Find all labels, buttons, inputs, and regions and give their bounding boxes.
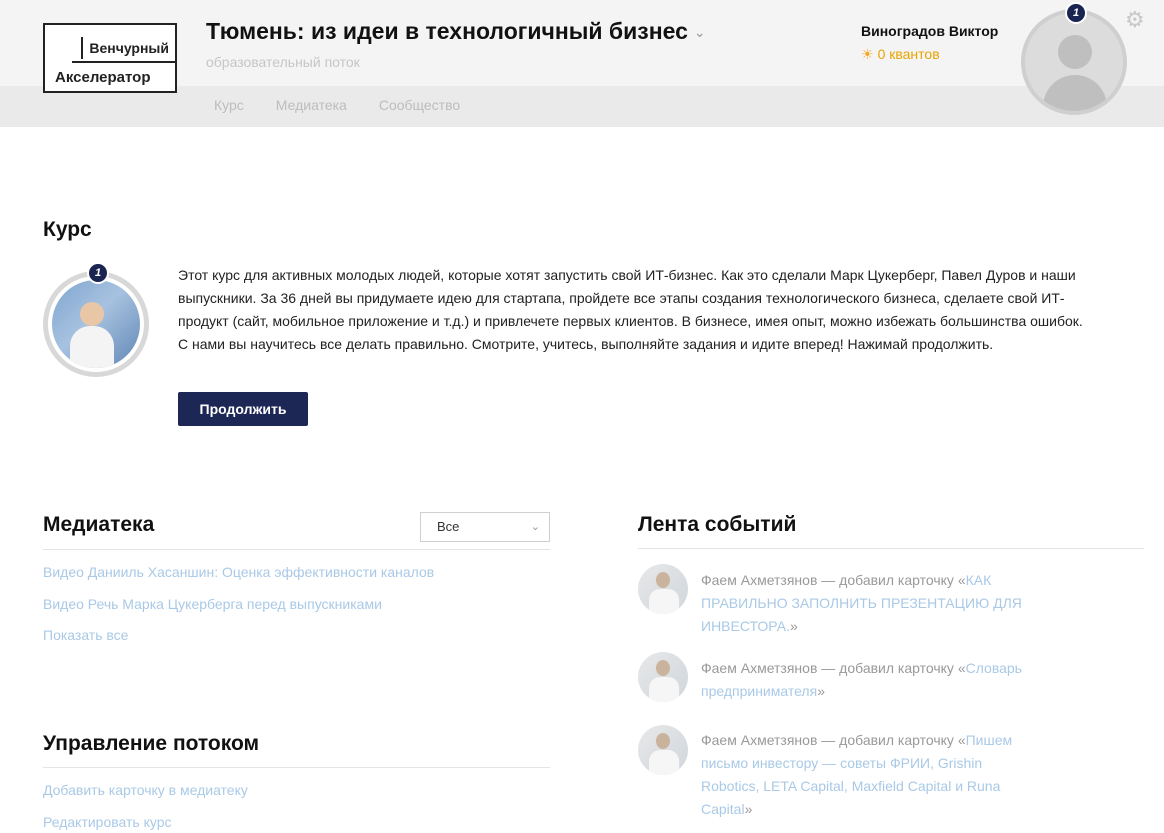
feed-quote-close: »	[789, 618, 798, 634]
feed-action: — добавил карточку «	[817, 732, 966, 748]
stream-subtitle: образовательный поток	[206, 54, 360, 70]
logo-divider	[72, 61, 175, 63]
user-name[interactable]: Виноградов Виктор	[861, 23, 998, 39]
course-heading: Курс	[43, 218, 92, 241]
course-photo-head	[80, 302, 104, 326]
manage-divider	[43, 767, 550, 768]
feed-divider	[638, 548, 1144, 549]
feed-avatar-body	[648, 676, 680, 702]
nav-course[interactable]: Курс	[214, 97, 244, 113]
course-avatar	[43, 271, 149, 377]
feed-author[interactable]: Фаем Ахметзянов	[701, 732, 817, 748]
media-heading: Медиатека	[43, 513, 155, 536]
nav-community[interactable]: Сообщество	[379, 97, 460, 113]
feed-action: — добавил карточку «	[817, 660, 966, 676]
feed-avatar-body	[648, 588, 680, 614]
feed-heading: Лента событий	[638, 513, 797, 536]
user-level-badge: 1	[1065, 2, 1087, 24]
continue-button[interactable]: Продолжить	[178, 392, 308, 426]
feed-quote-close: »	[817, 683, 825, 699]
manage-heading: Управление потоком	[43, 732, 260, 755]
course-photo-body	[70, 326, 114, 368]
chevron-down-icon: ⌄	[530, 521, 540, 533]
feed-avatar[interactable]	[638, 725, 688, 775]
quanta-counter[interactable]: ☀ 0 квантов	[861, 46, 940, 63]
logo-line1: Венчурный	[81, 37, 169, 59]
feed-avatar[interactable]	[638, 652, 688, 702]
feed-quote-close: »	[744, 801, 753, 817]
feed-avatar[interactable]	[638, 564, 688, 614]
logo[interactable]: Венчурный Акселератор	[43, 23, 177, 93]
media-divider	[43, 549, 550, 550]
stream-title[interactable]: Тюмень: из идеи в технологичный бизнес ⌄	[206, 18, 706, 45]
gear-icon[interactable]: ⚙	[1125, 7, 1145, 33]
media-filter-value: Все	[437, 519, 460, 534]
media-filter-select[interactable]: Все ⌄	[420, 512, 550, 542]
show-all-link[interactable]: Показать все	[43, 627, 128, 643]
avatar-head	[1058, 35, 1092, 69]
feed-avatar-head	[656, 660, 670, 676]
feed-avatar-head	[656, 733, 670, 749]
feed-author[interactable]: Фаем Ахметзянов	[701, 572, 817, 588]
feed-avatar-body	[648, 749, 680, 775]
edit-course-link[interactable]: Редактировать курс	[43, 814, 172, 830]
feed-author[interactable]: Фаем Ахметзянов	[701, 660, 817, 676]
feed-action: — добавил карточку «	[817, 572, 966, 588]
logo-line2: Акселератор	[55, 69, 151, 86]
main-nav: Курс Медиатека Сообщество	[214, 97, 460, 113]
feed-text: Фаем Ахметзянов — добавил карточку «КАК …	[701, 569, 1031, 638]
media-link[interactable]: Видео Речь Марка Цукерберга перед выпуск…	[43, 596, 382, 612]
nav-media[interactable]: Медиатека	[276, 97, 347, 113]
user-avatar[interactable]	[1021, 9, 1127, 115]
stream-title-text: Тюмень: из идеи в технологичный бизнес	[206, 18, 688, 44]
sun-icon: ☀	[861, 46, 874, 62]
course-level-badge: 1	[87, 262, 109, 284]
chevron-down-icon[interactable]: ⌄	[694, 24, 706, 41]
avatar-body	[1043, 75, 1107, 111]
course-photo	[52, 280, 140, 368]
feed-avatar-head	[656, 572, 670, 588]
course-description: Этот курс для активных молодых людей, ко…	[178, 267, 1083, 352]
quanta-value: 0 квантов	[877, 46, 940, 62]
add-card-link[interactable]: Добавить карточку в медиатеку	[43, 782, 248, 798]
feed-text: Фаем Ахметзянов — добавил карточку «Пише…	[701, 729, 1031, 821]
feed-text: Фаем Ахметзянов — добавил карточку «Слов…	[701, 657, 1031, 703]
media-link[interactable]: Видео Данииль Хасаншин: Оценка эффективн…	[43, 564, 434, 580]
